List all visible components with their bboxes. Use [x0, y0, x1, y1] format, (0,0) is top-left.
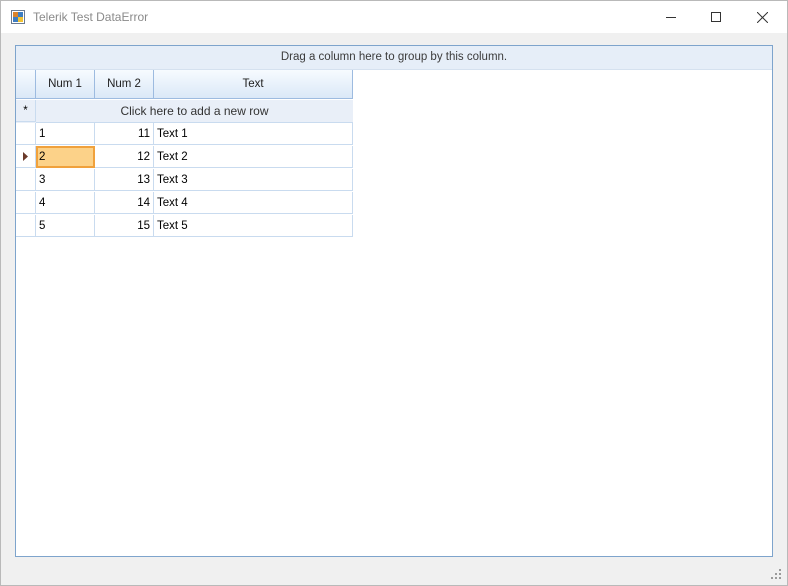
maximize-button[interactable]: [693, 1, 739, 33]
table-row[interactable]: 1 11 Text 1: [16, 123, 353, 146]
new-row[interactable]: * Click here to add a new row: [16, 100, 353, 123]
cell-num1[interactable]: 1: [36, 123, 95, 145]
table-row[interactable]: 4 14 Text 4: [16, 192, 353, 215]
close-button[interactable]: [739, 1, 785, 33]
minimize-icon: [666, 17, 676, 18]
column-header-num2[interactable]: Num 2: [95, 70, 154, 99]
title-bar[interactable]: Telerik Test DataError: [1, 1, 787, 33]
column-header-text[interactable]: Text: [154, 70, 353, 99]
current-row-arrow-icon: [23, 152, 28, 161]
new-row-marker: *: [16, 100, 36, 122]
table-row[interactable]: 2 12 Text 2: [16, 146, 353, 169]
client-area: Drag a column here to group by this colu…: [1, 33, 787, 585]
app-icon: [11, 10, 25, 24]
row-indicator: [16, 123, 36, 145]
cell-num1[interactable]: 3: [36, 169, 95, 191]
minimize-button[interactable]: [648, 1, 694, 33]
column-header-num1[interactable]: Num 1: [36, 70, 95, 99]
cell-num1[interactable]: 4: [36, 192, 95, 214]
maximize-icon: [711, 12, 721, 22]
cell-text[interactable]: Text 5: [154, 215, 353, 237]
header-row: Num 1 Num 2 Text: [16, 70, 353, 100]
data-grid[interactable]: Drag a column here to group by this colu…: [15, 45, 773, 557]
row-indicator: [16, 215, 36, 237]
cell-text[interactable]: Text 4: [154, 192, 353, 214]
cell-num1[interactable]: 5: [36, 215, 95, 237]
cell-num2[interactable]: 13: [95, 169, 154, 191]
group-panel[interactable]: Drag a column here to group by this colu…: [16, 46, 772, 70]
cell-num1-selected[interactable]: 2: [36, 146, 95, 168]
row-indicator: [16, 169, 36, 191]
main-window: Telerik Test DataError Drag a column her…: [0, 0, 788, 586]
resize-grip-icon[interactable]: [771, 569, 781, 579]
window-title: Telerik Test DataError: [33, 10, 149, 24]
cell-num2[interactable]: 15: [95, 215, 154, 237]
table-row[interactable]: 5 15 Text 5: [16, 215, 353, 238]
row-indicator: [16, 146, 36, 168]
cell-text[interactable]: Text 2: [154, 146, 353, 168]
cell-num2[interactable]: 12: [95, 146, 154, 168]
close-icon: [756, 11, 768, 23]
cell-text[interactable]: Text 3: [154, 169, 353, 191]
new-row-label[interactable]: Click here to add a new row: [36, 100, 353, 123]
header-indicator-cell: [16, 70, 36, 99]
cell-num2[interactable]: 11: [95, 123, 154, 145]
row-indicator: [16, 192, 36, 214]
cell-num2[interactable]: 14: [95, 192, 154, 214]
cell-text[interactable]: Text 1: [154, 123, 353, 145]
table-row[interactable]: 3 13 Text 3: [16, 169, 353, 192]
